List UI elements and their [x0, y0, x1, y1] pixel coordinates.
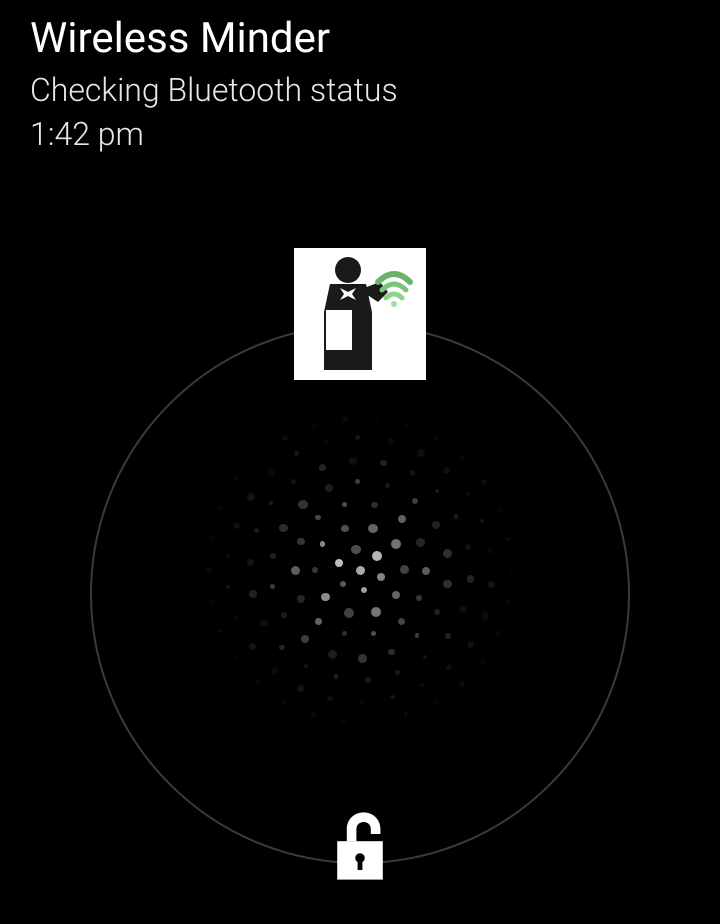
lock-screen-area[interactable]	[90, 300, 630, 840]
app-title: Wireless Minder	[30, 14, 690, 63]
status-text: Checking Bluetooth status	[30, 71, 690, 109]
header: Wireless Minder Checking Bluetooth statu…	[0, 0, 720, 153]
app-icon-badge	[294, 248, 426, 380]
dotted-pattern	[200, 410, 520, 730]
time-text: 1:42 pm	[30, 115, 690, 153]
butler-wifi-icon	[300, 252, 420, 376]
unlock-icon[interactable]	[330, 810, 390, 882]
